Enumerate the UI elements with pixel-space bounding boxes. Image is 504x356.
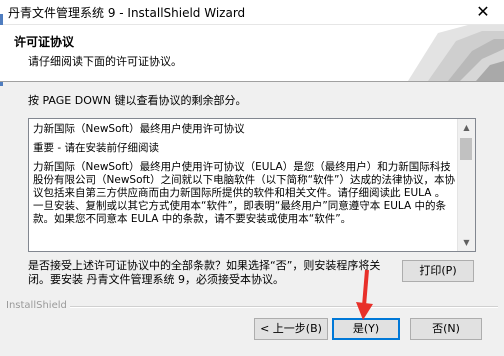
wizard-graphic-icon: [408, 25, 504, 81]
close-icon[interactable]: ✕: [468, 0, 498, 24]
acceptance-question: 是否接受上述许可证协议中的全部条款？如果选择“否”，则安装程序将关闭。要安装 丹…: [28, 259, 381, 286]
scrollbar-thumb[interactable]: [460, 138, 472, 160]
instruction-text: 按 PAGE DOWN 键以查看协议的剩余部分。: [28, 94, 247, 107]
license-text: 力新国际（NewSoft）最终用户使用许可协议 重要 - 请在安装前仔细阅读 力…: [33, 123, 455, 232]
header-title: 许可证协议: [14, 35, 75, 49]
window-title: 丹青文件管理系统 9 - InstallShield Wizard: [8, 6, 246, 20]
no-button[interactable]: 否(N): [410, 318, 482, 340]
back-button[interactable]: < 上一步(B): [254, 318, 328, 340]
footer-divider: [70, 306, 498, 308]
scroll-up-icon[interactable]: ▲: [458, 119, 475, 136]
red-arrow-icon: [356, 270, 373, 320]
installshield-brand: InstallShield: [6, 300, 67, 311]
print-button[interactable]: 打印(P): [402, 260, 474, 282]
license-paragraph: 力新国际（NewSoft）最终用户使用许可协议（EULA）是您（最终用户）和力新…: [33, 161, 455, 225]
license-paragraph: 重要 - 请在安装前仔细阅读: [33, 142, 159, 154]
header-subtitle: 请仔细阅读下面的许可证协议。: [28, 55, 182, 68]
title-bar: 丹青文件管理系统 9 - InstallShield Wizard ✕: [0, 0, 504, 25]
wizard-header: 许可证协议 请仔细阅读下面的许可证协议。: [0, 25, 504, 82]
yes-button[interactable]: 是(Y): [332, 318, 400, 340]
license-scrollbar[interactable]: ▲ ▼: [457, 119, 475, 251]
license-paragraph: 力新国际（NewSoft）最终用户使用许可协议: [33, 123, 245, 135]
license-text-area[interactable]: 力新国际（NewSoft）最终用户使用许可协议 重要 - 请在安装前仔细阅读 力…: [28, 118, 476, 252]
scroll-down-icon[interactable]: ▼: [458, 234, 475, 251]
